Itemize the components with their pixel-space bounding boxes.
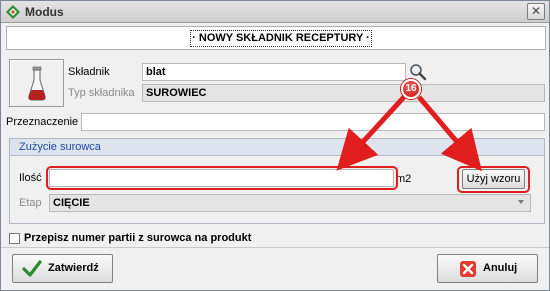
- unit-label: m2: [396, 173, 412, 185]
- typ-skladnika-label: Typ składnika: [68, 87, 135, 99]
- close-icon: ✕: [530, 4, 542, 18]
- dialog-window: Modus ✕ · NOWY SKŁADNIK RECEPTURY · Skła…: [0, 0, 550, 291]
- copy-batch-label: Przepisz numer partii z surowca na produ…: [24, 232, 252, 244]
- step-badge: 16: [401, 79, 421, 99]
- header-panel: · NOWY SKŁADNIK RECEPTURY ·: [6, 26, 546, 50]
- close-button[interactable]: ✕: [527, 3, 545, 20]
- ilosc-label: Ilość: [19, 172, 42, 184]
- etap-select-value: CIĘCIE: [53, 197, 90, 209]
- red-x-icon: [460, 261, 476, 277]
- window-title: Modus: [25, 5, 64, 19]
- cancel-label: Anuluj: [483, 262, 518, 274]
- title-bar: Modus ✕: [1, 1, 549, 23]
- copy-batch-checkbox[interactable]: [9, 233, 20, 244]
- chevron-down-icon: [518, 200, 524, 204]
- ilosc-highlight: [46, 166, 398, 190]
- typ-skladnika-field: SUROWIEC: [142, 84, 545, 102]
- ingredient-icon-box: [9, 59, 64, 107]
- checkmark-icon: [22, 260, 42, 277]
- confirm-label: Zatwierdź: [48, 262, 99, 274]
- przeznaczenie-field[interactable]: [81, 113, 545, 131]
- etap-select[interactable]: CIĘCIE: [49, 194, 531, 212]
- modus-logo-icon: [6, 5, 20, 19]
- przeznaczenie-label: Przeznaczenie: [6, 116, 79, 128]
- page-title: · NOWY SKŁADNIK RECEPTURY ·: [190, 30, 372, 47]
- usage-group-title: Zużycie surowca: [10, 139, 544, 156]
- flask-icon: [28, 66, 46, 101]
- footer-divider: [1, 247, 549, 248]
- skladnik-field[interactable]: blat: [142, 63, 406, 81]
- skladnik-label: Składnik: [68, 66, 110, 78]
- use-formula-highlight: [457, 166, 530, 193]
- confirm-button[interactable]: Zatwierdź: [12, 254, 113, 283]
- etap-label: Etap: [19, 197, 42, 209]
- cancel-button[interactable]: Anuluj: [437, 254, 538, 283]
